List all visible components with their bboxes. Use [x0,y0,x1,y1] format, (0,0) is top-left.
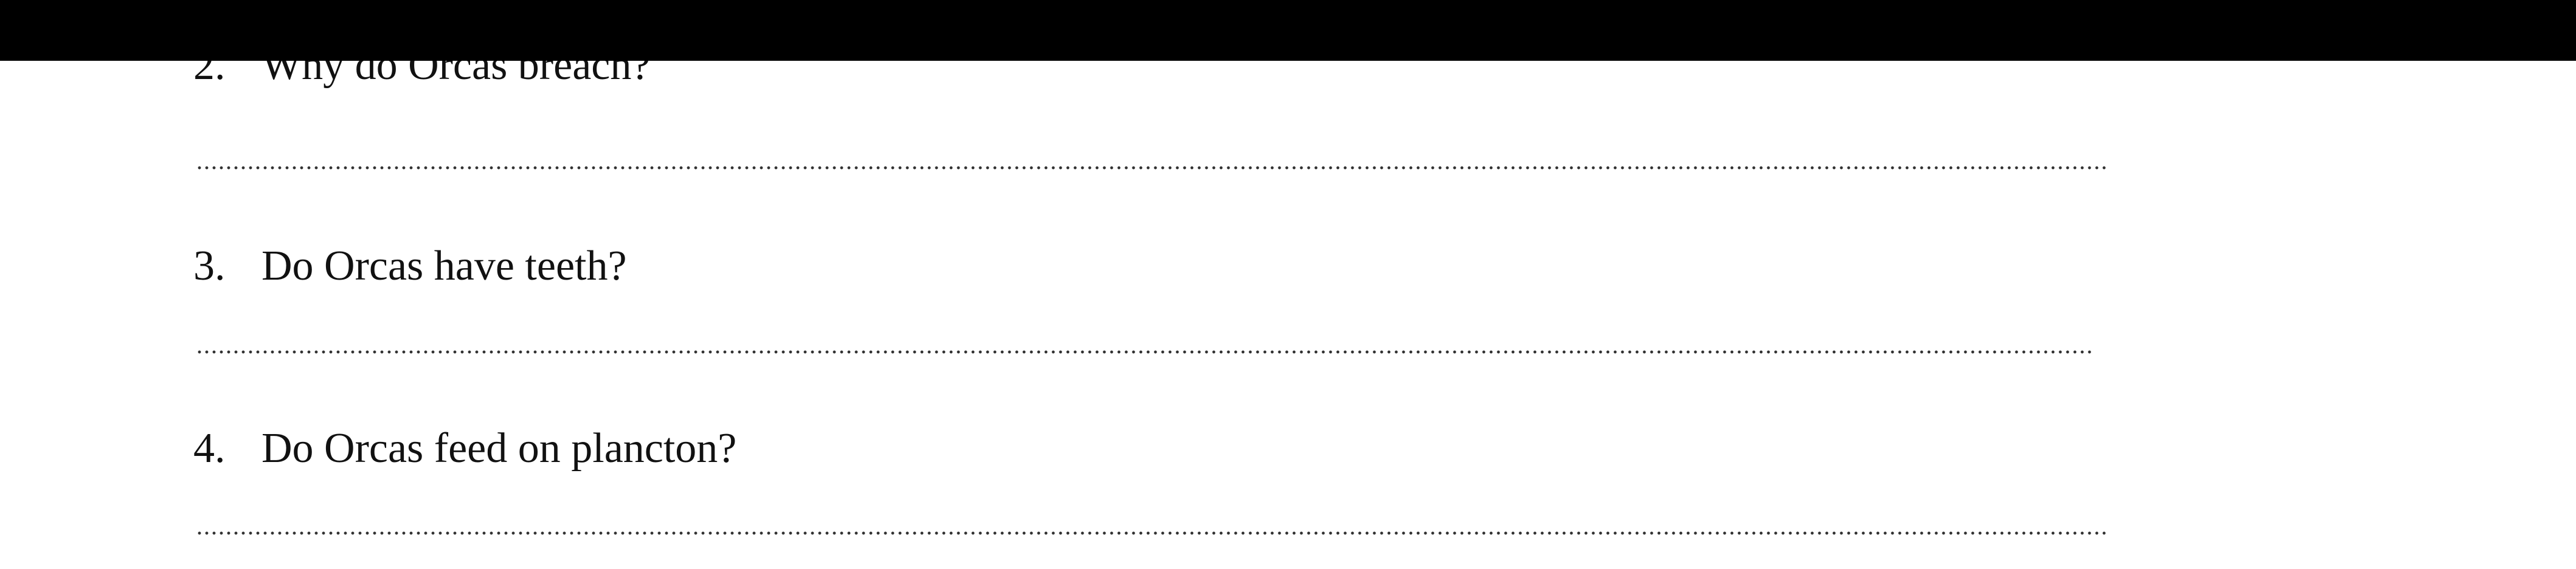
question-number: 4. [193,425,226,472]
question-text: Do Orcas have teeth? [261,243,627,289]
top-black-bar [0,0,2576,61]
question-text: Do Orcas feed on plancton? [261,425,737,472]
answer-line-4 [196,531,2109,536]
question-number: 3. [193,243,226,289]
question-3: 3. Do Orcas have teeth? [193,242,627,291]
question-4: 4. Do Orcas feed on plancton? [193,424,736,473]
worksheet-page: 2. Why do Orcas breach? 3. Do Orcas have t… [0,0,2576,569]
answer-line-3 [196,350,2094,354]
answer-line-2 [196,165,2109,170]
